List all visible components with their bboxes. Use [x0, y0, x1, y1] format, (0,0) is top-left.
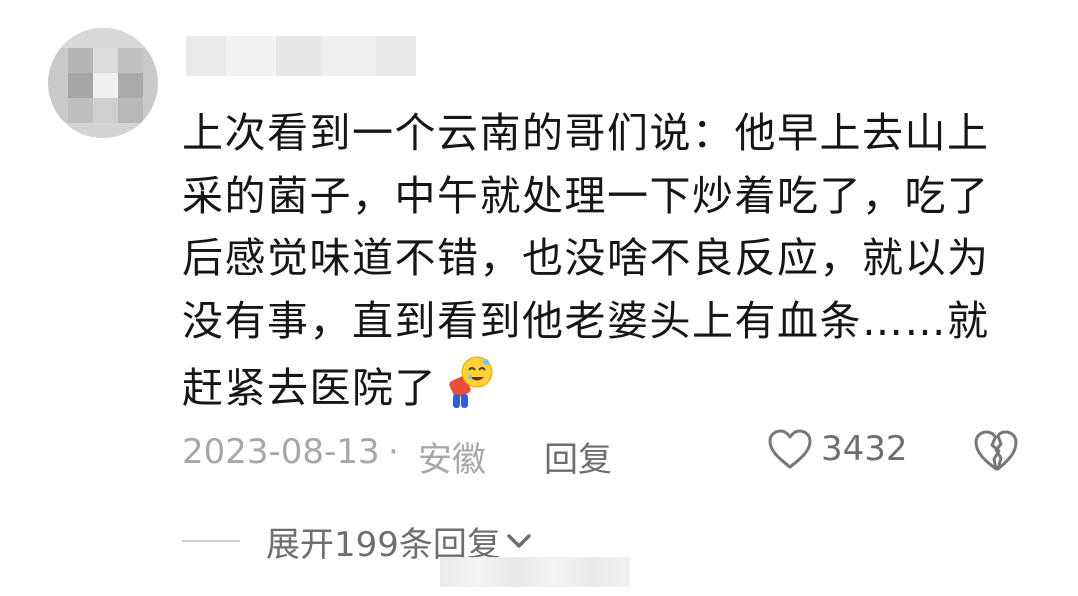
like-count: 3432 [821, 429, 908, 469]
chevron-down-icon [507, 534, 531, 548]
username-blurred[interactable] [186, 36, 416, 76]
dizzy-bowing-person-icon [449, 356, 493, 408]
comment-line: 后感觉味道不错，也没啥不良反应，就以为 [182, 234, 990, 282]
divider-line [182, 540, 240, 542]
watermark-blurred [440, 557, 630, 587]
separator-dot: · [388, 432, 399, 472]
comment-location: 安徽 [418, 440, 486, 480]
comment-line: 没有事，直到看到他老婆头上有血条……就 [182, 296, 990, 345]
dislike-button[interactable] [972, 428, 1020, 481]
broken-heart-icon [974, 430, 1018, 471]
comment-line-last: 赶紧去医院了 [182, 352, 1042, 420]
avatar-blurred[interactable] [48, 28, 158, 138]
comment-date: 2023-08-13 [182, 432, 380, 472]
like-button[interactable]: 3432 [767, 428, 908, 470]
heart-icon [768, 429, 812, 469]
comment-text: 上次看到一个云南的哥们说：他早上去山上 采的菌子，中午就处理一下炒着吃了，吃了 … [182, 102, 1042, 420]
reply-button[interactable]: 回复 [544, 432, 612, 481]
comment-meta: 2023-08-13 · 安徽 回复 3432 [182, 428, 1042, 481]
comment-line: 采的菌子，中午就处理一下炒着吃了，吃了 [182, 171, 990, 220]
comment-line: 赶紧去医院了 [182, 364, 437, 412]
comment-line: 上次看到一个云南的哥们说：他早上去山上 [182, 109, 990, 157]
